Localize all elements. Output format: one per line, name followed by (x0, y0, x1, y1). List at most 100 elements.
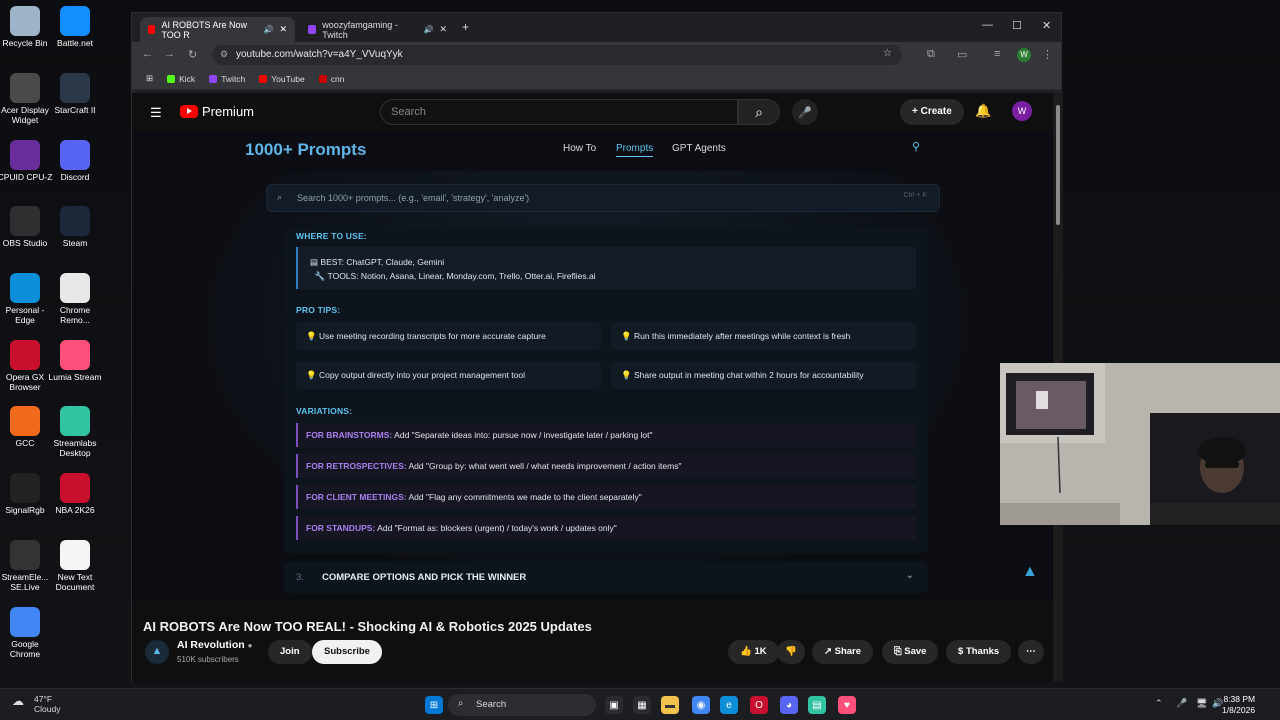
join-button[interactable]: Join (268, 640, 312, 664)
search-icon: ⌕ (755, 103, 763, 120)
variation-label: FOR STANDUPS: (306, 523, 376, 533)
weather-widget[interactable]: ☁ 47°F Cloudy (12, 694, 60, 714)
desktop-icon[interactable]: Streamlabs Desktop (46, 406, 104, 459)
app-icon (10, 473, 40, 503)
variation-label: FOR RETROSPECTIVES: (306, 461, 407, 471)
media-icon[interactable]: ≡ (994, 48, 1000, 60)
like-button[interactable]: 👍 1K (728, 640, 779, 664)
variations-heading: VARIATIONS: (296, 406, 353, 416)
tip-card: 💡 Use meeting recording transcripts for … (296, 322, 601, 350)
streamlabs-icon[interactable]: ▤ (808, 696, 826, 714)
forward-icon[interactable]: → (164, 48, 175, 60)
audio-icon: 🔊 (423, 25, 434, 34)
chrome-icon[interactable]: ◉ (692, 696, 710, 714)
pro-tips-heading: PRO TIPS: (296, 305, 341, 315)
user-icon: ⚲ (912, 141, 921, 153)
desktop-icon[interactable]: Steam (46, 206, 104, 249)
search-icon: ⌕ (458, 698, 464, 709)
file-explorer-icon[interactable]: ▬ (661, 696, 679, 714)
lightbulb-icon: 💡 (306, 331, 317, 341)
video-player[interactable]: 1000+ Prompts How To Prompts GPT Agents … (132, 131, 1053, 601)
thanks-button[interactable]: $ Thanks (946, 640, 1012, 664)
start-windows-icon[interactable]: ⊞ (425, 696, 443, 714)
task-view-icon[interactable]: ▣ (605, 696, 623, 714)
subscribe-button[interactable]: Subscribe (312, 640, 382, 664)
profile-avatar[interactable]: W (1017, 48, 1031, 62)
app-icon (10, 406, 40, 436)
thumbs-down-icon: 👎 (785, 646, 797, 657)
address-bar: ← → ↻ ⚙ youtube.com/watch?v=a4Y_VVuqYyk … (132, 42, 1061, 68)
tab-youtube[interactable]: AI ROBOTS Are Now TOO R 🔊 ✕ (140, 17, 295, 42)
tab-close-icon[interactable]: ✕ (439, 24, 447, 35)
clock[interactable]: 8:38 PM 1/8/2026 (1222, 694, 1255, 716)
discord-icon[interactable]: ◕ (780, 696, 798, 714)
extensions-icon[interactable]: ⧉ (927, 48, 935, 61)
site-info-icon[interactable]: ⚙ (220, 49, 228, 60)
new-tab-icon[interactable]: + (462, 20, 469, 34)
desktop-icon[interactable]: NBA 2K26 (46, 473, 104, 516)
app-icon (60, 6, 90, 36)
scrollbar-thumb[interactable] (1056, 105, 1060, 225)
apps-icon[interactable]: ⊞ (146, 73, 153, 84)
accordion-label: COMPARE OPTIONS AND PICK THE WINNER (322, 572, 527, 583)
edge-icon[interactable]: e (720, 696, 738, 714)
maximize-icon[interactable]: ☐ (1012, 19, 1022, 32)
weather-desc: Cloudy (34, 704, 61, 714)
video-nav-how-to: How To (563, 143, 597, 154)
desktop-icon[interactable]: StarCraft II (46, 73, 104, 116)
desktop-icon[interactable]: Google Chrome (0, 607, 54, 660)
desktop-icon[interactable]: Chrome Remo... (46, 273, 104, 326)
desktop-icon[interactable]: Discord (46, 140, 104, 183)
desktop-icon[interactable]: Lumia Stream (46, 340, 104, 383)
widgets-icon[interactable]: ▦ (633, 696, 651, 714)
tip-text: Run this immediately after meetings whil… (633, 331, 851, 341)
reload-icon[interactable]: ↻ (188, 48, 197, 61)
desktop-icon[interactable]: New Text Document (46, 540, 104, 593)
bookmark-youtube[interactable]: YouTube (259, 74, 305, 84)
desktop-icon[interactable]: Battle.net (46, 6, 104, 49)
tab-twitch[interactable]: woozyfamgaming - Twitch 🔊 ✕ (300, 17, 455, 42)
bookmark-cnn[interactable]: cnn (318, 74, 344, 84)
more-actions-button[interactable]: ⋯ (1018, 640, 1044, 664)
channel-avatar[interactable]: ▲ (145, 640, 169, 664)
voice-search-button[interactable]: 🎤 (792, 99, 818, 125)
brand-text: Premium (202, 104, 255, 119)
app-icon (10, 6, 40, 36)
dislike-button[interactable]: 👎 (777, 640, 805, 664)
clock-time: 8:38 PM (1223, 694, 1256, 704)
minimize-icon[interactable]: — (982, 19, 993, 31)
opera-gx-icon[interactable]: O (750, 696, 768, 714)
youtube-logo[interactable]: Premium (180, 104, 254, 119)
create-button[interactable]: + Create (900, 99, 964, 125)
bookmark-twitch[interactable]: Twitch (209, 74, 245, 84)
browser-menu-icon[interactable]: ⋮ (1042, 48, 1053, 61)
channel-name[interactable]: AI Revolution ● (177, 639, 252, 651)
menu-icon[interactable]: ☰ (150, 105, 162, 121)
variation-row: FOR RETROSPECTIVES: Add "Group by: what … (296, 454, 916, 478)
lightbulb-icon: 💡 (621, 331, 632, 341)
network-icon[interactable]: 🖥 (1196, 698, 1207, 709)
back-icon[interactable]: ← (142, 48, 153, 60)
bookmark-kick[interactable]: Kick (167, 74, 195, 84)
share-button[interactable]: ↗ Share (812, 640, 874, 664)
notifications-bell-icon[interactable]: 🔔 (975, 103, 991, 119)
search-button[interactable]: ⌕ (738, 99, 780, 125)
desktop-icon-label: Lumia Stream (48, 372, 102, 382)
url-text: youtube.com/watch?v=a4Y_VVuqYyk (236, 49, 403, 60)
save-button[interactable]: ⎘ Save (882, 640, 939, 664)
tray-overflow-icon[interactable]: ⌃ (1155, 698, 1163, 709)
variation-label: FOR BRAINSTORMS: (306, 430, 393, 440)
cloud-icon: ☁ (12, 694, 24, 708)
bookmark-star-icon[interactable]: ☆ (883, 48, 892, 59)
search-input[interactable]: Search (380, 99, 738, 125)
lumia-stream-icon[interactable]: ♥ (838, 696, 856, 714)
verified-icon: ● (247, 641, 253, 650)
taskbar-search[interactable]: ⌕ Search (448, 694, 596, 716)
subscriber-count: 510K subscribers (177, 655, 239, 664)
account-avatar[interactable]: W (1012, 101, 1032, 121)
split-view-icon[interactable]: ▭ (957, 48, 967, 61)
close-window-icon[interactable]: ✕ (1042, 19, 1051, 32)
microphone-tray-icon[interactable]: 🎤 (1176, 698, 1187, 709)
url-field[interactable]: ⚙ youtube.com/watch?v=a4Y_VVuqYyk ☆ (212, 45, 902, 65)
tab-close-icon[interactable]: ✕ (279, 24, 287, 35)
